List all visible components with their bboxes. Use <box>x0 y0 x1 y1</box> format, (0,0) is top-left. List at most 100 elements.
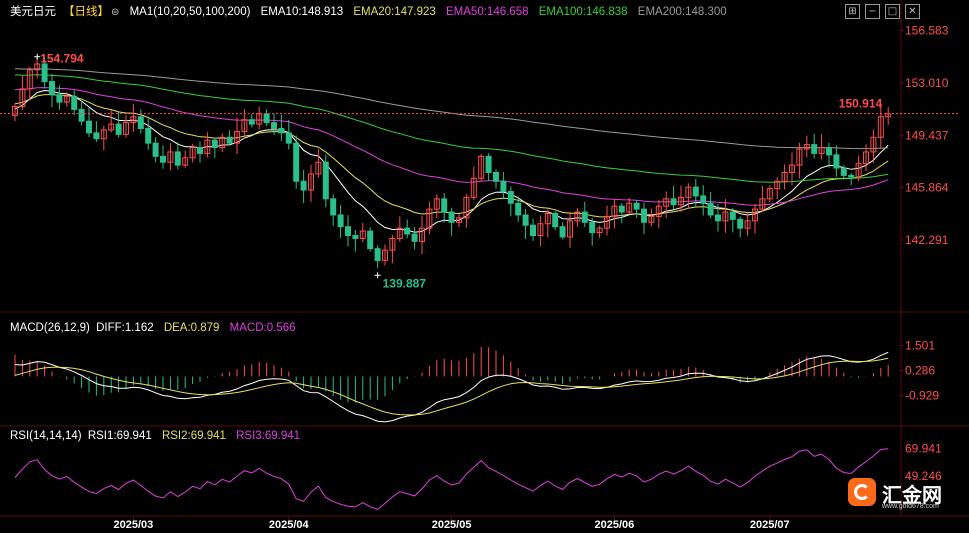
candle <box>115 123 122 135</box>
ema20-value: EMA20:147.923 <box>353 6 436 18</box>
date-tick-label: 2025/06 <box>595 519 635 531</box>
date-tick-label: 2025/05 <box>432 519 472 531</box>
date-tick-label: 2025/04 <box>269 519 310 531</box>
candle <box>670 198 677 206</box>
candle <box>522 214 529 226</box>
chart-canvas: 154.794 139.887 150.914 156.583 153.010 149.… <box>0 0 969 531</box>
candle <box>293 142 300 182</box>
candle <box>197 147 203 154</box>
macd-dea: DEA:0.879 <box>163 322 220 334</box>
candle <box>211 139 218 149</box>
candle <box>411 233 418 242</box>
rsi-panel <box>14 448 889 510</box>
candle <box>152 142 159 157</box>
candle <box>633 202 640 210</box>
macd-tick-label: -0.929 <box>905 389 939 403</box>
grid-icon[interactable]: ⊞ <box>845 4 860 19</box>
candle <box>137 116 144 129</box>
macd-tick-label: 0.286 <box>905 364 935 378</box>
close-icon[interactable]: ✕ <box>905 4 920 19</box>
candle <box>71 95 78 110</box>
candles <box>12 55 892 269</box>
period-label[interactable]: 【日线】 <box>63 6 109 18</box>
candle <box>285 132 292 144</box>
rsi3-value: RSI3:69.941 <box>236 430 301 442</box>
macd-legend: MACD(26,12,9) DIFF:1.162 DEA:0.879 MACD:… <box>10 321 303 335</box>
high-label: 154.794 <box>40 52 84 66</box>
candle <box>271 122 277 129</box>
candle <box>174 151 181 166</box>
price-tick-label: 149.437 <box>905 128 949 142</box>
candle <box>41 63 48 83</box>
rsi-legend: RSI(14,14,14) RSI1:69.941 RSI2:69.941 RS… <box>10 429 307 443</box>
ma-label: MA1(10,20,50,100,200) <box>129 6 251 18</box>
candle <box>589 221 596 234</box>
candle <box>337 214 344 228</box>
macd-params: MACD(26,12,9) <box>10 322 90 334</box>
rsi-line <box>14 448 889 510</box>
candle <box>263 113 270 124</box>
candle <box>618 205 625 213</box>
candle <box>93 132 100 140</box>
candle <box>707 202 714 216</box>
candle <box>530 224 536 236</box>
candle <box>493 171 499 182</box>
candle <box>322 161 329 200</box>
rsi2-value: RSI2:69.941 <box>161 430 226 442</box>
macd-tick-label: 1.501 <box>905 338 935 352</box>
ema10-value: EMA10:148.913 <box>260 6 344 18</box>
date-tick-label: 2025/03 <box>114 519 154 531</box>
rsi1-value: RSI1:69.941 <box>87 430 152 442</box>
ema50-value: EMA50:146.658 <box>446 6 529 18</box>
settings-icon[interactable]: ⊜ <box>111 7 119 18</box>
candle <box>715 214 721 222</box>
price-tick-label: 156.583 <box>905 24 949 38</box>
candle <box>367 230 374 250</box>
price-tick-label: 145.864 <box>905 181 949 195</box>
candle <box>278 127 285 134</box>
logo-icon <box>848 478 876 506</box>
candle <box>86 120 92 134</box>
candle <box>581 211 588 223</box>
date-tick-label: 2025/07 <box>750 519 790 531</box>
candle <box>692 186 699 197</box>
candle <box>485 155 492 173</box>
moving-averages <box>14 68 889 233</box>
candle <box>78 108 85 122</box>
macd-diff: DIFF:1.162 <box>96 322 154 334</box>
candle <box>507 191 514 204</box>
candle <box>848 174 855 178</box>
price-tick-label: 142.291 <box>905 233 949 247</box>
candle <box>160 155 166 163</box>
maximize-icon[interactable]: □ <box>885 4 900 19</box>
candle <box>729 211 736 220</box>
candle <box>226 136 233 144</box>
symbol-label: 美元日元 <box>10 6 56 18</box>
rsi-tick-label: 69.941 <box>905 442 942 456</box>
candle <box>49 81 55 96</box>
candle <box>330 198 337 216</box>
candle <box>826 147 832 156</box>
low-label: 139.887 <box>383 276 427 290</box>
candle <box>374 248 381 261</box>
candle <box>515 202 522 216</box>
candle <box>552 213 559 228</box>
candle <box>500 180 507 193</box>
candle <box>345 226 351 236</box>
candle <box>441 198 448 213</box>
candle <box>248 119 255 125</box>
candle <box>700 195 707 204</box>
candle <box>559 226 566 238</box>
logo-url: www.gold678.com <box>882 503 939 510</box>
candle <box>833 154 840 169</box>
candle <box>811 144 818 154</box>
candle <box>404 227 411 235</box>
candle <box>641 208 647 223</box>
ema100-value: EMA100:146.838 <box>538 6 628 18</box>
rsi-params: RSI(14,14,14) <box>10 430 82 442</box>
price-tick-label: 153.010 <box>905 76 949 90</box>
minus-icon[interactable]: − <box>865 4 880 19</box>
macd-hist: MACD:0.566 <box>229 322 296 334</box>
macd-panel <box>14 346 889 423</box>
price-legend: 美元日元 【日线】 ⊜ MA1(10,20,50,100,200) EMA10:14… <box>10 5 734 20</box>
